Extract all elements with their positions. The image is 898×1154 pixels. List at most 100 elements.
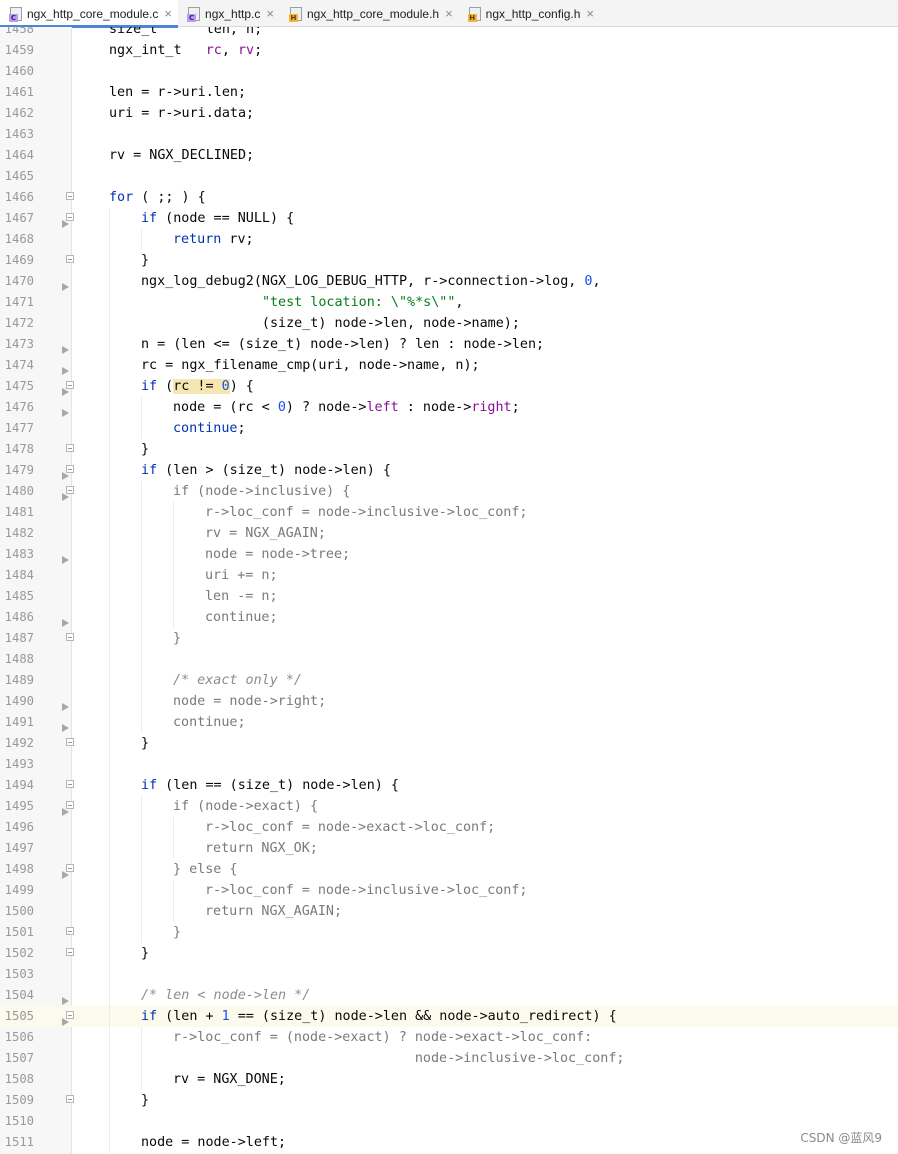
- fold-toggle-icon[interactable]: [66, 444, 74, 452]
- line-number[interactable]: 1483: [0, 544, 34, 565]
- code-line[interactable]: 1464 rv = NGX_DECLINED;: [0, 145, 898, 166]
- fold-toggle-icon[interactable]: [66, 948, 74, 956]
- close-icon[interactable]: ×: [445, 6, 453, 21]
- close-icon[interactable]: ×: [266, 6, 274, 21]
- fold-toggle-icon[interactable]: [66, 255, 74, 263]
- code-line[interactable]: 1500 return NGX_AGAIN;: [0, 901, 898, 922]
- line-number[interactable]: 1507: [0, 1048, 34, 1069]
- line-number[interactable]: 1468: [0, 229, 34, 250]
- code-line[interactable]: 1470 ngx_log_debug2(NGX_LOG_DEBUG_HTTP, r…: [0, 271, 898, 292]
- line-number[interactable]: 1506: [0, 1027, 34, 1048]
- line-number[interactable]: 1469: [0, 250, 34, 271]
- fold-toggle-icon[interactable]: [66, 864, 74, 872]
- tab-ngx-http-core-module-c[interactable]: Cngx_http_core_module.c ×: [0, 0, 179, 28]
- code-line[interactable]: 1497 return NGX_OK;: [0, 838, 898, 859]
- line-number[interactable]: 1466: [0, 187, 34, 208]
- line-number[interactable]: 1473: [0, 334, 34, 355]
- fold-toggle-icon[interactable]: [66, 381, 74, 389]
- line-number[interactable]: 1472: [0, 313, 34, 334]
- code-line[interactable]: 1491 continue;: [0, 712, 898, 733]
- code-line[interactable]: 1468 return rv;: [0, 229, 898, 250]
- gutter-arrow-icon[interactable]: [62, 1018, 69, 1026]
- code-line[interactable]: 1494 if (len == (size_t) node->len) {: [0, 775, 898, 796]
- code-line[interactable]: 1496 r->loc_conf = node->exact->loc_conf;: [0, 817, 898, 838]
- code-line[interactable]: 1481 r->loc_conf = node->inclusive->loc_c…: [0, 502, 898, 523]
- code-line[interactable]: 1461 len = r->uri.len;: [0, 82, 898, 103]
- code-line[interactable]: 1484 uri += n;: [0, 565, 898, 586]
- gutter-arrow-icon[interactable]: [62, 619, 69, 627]
- code-line[interactable]: 1460: [0, 61, 898, 82]
- line-number[interactable]: 1496: [0, 817, 34, 838]
- code-line[interactable]: 1490 node = node->right;: [0, 691, 898, 712]
- code-line[interactable]: 1485 len -= n;: [0, 586, 898, 607]
- line-number[interactable]: 1464: [0, 145, 34, 166]
- gutter-arrow-icon[interactable]: [62, 808, 69, 816]
- code-line[interactable]: 1473 n = (len <= (size_t) node->len) ? le…: [0, 334, 898, 355]
- line-number[interactable]: 1467: [0, 208, 34, 229]
- gutter-arrow-icon[interactable]: [62, 220, 69, 228]
- code-line[interactable]: 1466 for ( ;; ) {: [0, 187, 898, 208]
- code-line[interactable]: 1479 if (len > (size_t) node->len) {: [0, 460, 898, 481]
- fold-toggle-icon[interactable]: [66, 780, 74, 788]
- fold-toggle-icon[interactable]: [66, 801, 74, 809]
- code-line[interactable]: 1478}: [0, 439, 898, 460]
- line-number[interactable]: 1477: [0, 418, 34, 439]
- line-number[interactable]: 1490: [0, 691, 34, 712]
- code-line[interactable]: 1501}: [0, 922, 898, 943]
- close-icon[interactable]: ×: [164, 6, 172, 21]
- code-line[interactable]: 1482 rv = NGX_AGAIN;: [0, 523, 898, 544]
- code-line[interactable]: 1465: [0, 166, 898, 187]
- code-line[interactable]: 1475 if (rc != 0) {: [0, 376, 898, 397]
- line-number[interactable]: 1499: [0, 880, 34, 901]
- line-number[interactable]: 1460: [0, 61, 34, 82]
- code-line[interactable]: 1511 node = node->left;: [0, 1132, 898, 1153]
- gutter-arrow-icon[interactable]: [62, 346, 69, 354]
- code-line[interactable]: 1469}: [0, 250, 898, 271]
- line-number[interactable]: 1459: [0, 40, 34, 61]
- line-number[interactable]: 1487: [0, 628, 34, 649]
- code-line[interactable]: 1471 "test location: \"%*s\"",: [0, 292, 898, 313]
- gutter-arrow-icon[interactable]: [62, 703, 69, 711]
- fold-toggle-icon[interactable]: [66, 927, 74, 935]
- gutter-arrow-icon[interactable]: [62, 556, 69, 564]
- code-line[interactable]: 1488: [0, 649, 898, 670]
- gutter-arrow-icon[interactable]: [62, 871, 69, 879]
- code-line[interactable]: 1506 r->loc_conf = (node->exact) ? node->…: [0, 1027, 898, 1048]
- code-line[interactable]: 1474 rc = ngx_filename_cmp(uri, node->nam…: [0, 355, 898, 376]
- line-number[interactable]: 1500: [0, 901, 34, 922]
- code-line[interactable]: 1489 /* exact only */: [0, 670, 898, 691]
- code-line[interactable]: 1509}: [0, 1090, 898, 1111]
- line-number[interactable]: 1495: [0, 796, 34, 817]
- line-number[interactable]: 1484: [0, 565, 34, 586]
- code-line[interactable]: 1507 node->inclusive->loc_conf;: [0, 1048, 898, 1069]
- code-line[interactable]: 1508 rv = NGX_DONE;: [0, 1069, 898, 1090]
- line-number[interactable]: 1458: [0, 27, 34, 40]
- line-number[interactable]: 1502: [0, 943, 34, 964]
- close-icon[interactable]: ×: [586, 6, 594, 21]
- gutter-arrow-icon[interactable]: [62, 997, 69, 1005]
- code-editor[interactable]: 1458 size_t len, n; 1459 ngx_int_t rc, rv; 1…: [0, 27, 898, 1154]
- gutter-arrow-icon[interactable]: [62, 367, 69, 375]
- line-number[interactable]: 1497: [0, 838, 34, 859]
- line-number[interactable]: 1479: [0, 460, 34, 481]
- code-line[interactable]: 1504 /* len < node->len */: [0, 985, 898, 1006]
- line-number[interactable]: 1485: [0, 586, 34, 607]
- code-line[interactable]: 1510: [0, 1111, 898, 1132]
- fold-toggle-icon[interactable]: [66, 633, 74, 641]
- line-number[interactable]: 1498: [0, 859, 34, 880]
- code-line[interactable]: 1486 continue;: [0, 607, 898, 628]
- code-line[interactable]: 1463: [0, 124, 898, 145]
- line-number[interactable]: 1510: [0, 1111, 34, 1132]
- line-number[interactable]: 1462: [0, 103, 34, 124]
- line-number[interactable]: 1461: [0, 82, 34, 103]
- line-number[interactable]: 1465: [0, 166, 34, 187]
- code-line[interactable]: 1487}: [0, 628, 898, 649]
- fold-toggle-icon[interactable]: [66, 1011, 74, 1019]
- line-number[interactable]: 1480: [0, 481, 34, 502]
- code-line[interactable]: 1480 if (node->inclusive) {: [0, 481, 898, 502]
- code-line[interactable]: 1472 (size_t) node->len, node->name);: [0, 313, 898, 334]
- line-number[interactable]: 1482: [0, 523, 34, 544]
- line-number[interactable]: 1470: [0, 271, 34, 292]
- line-number[interactable]: 1474: [0, 355, 34, 376]
- code-line[interactable]: 1505 if (len + 1 == (size_t) node->len &&…: [0, 1006, 898, 1027]
